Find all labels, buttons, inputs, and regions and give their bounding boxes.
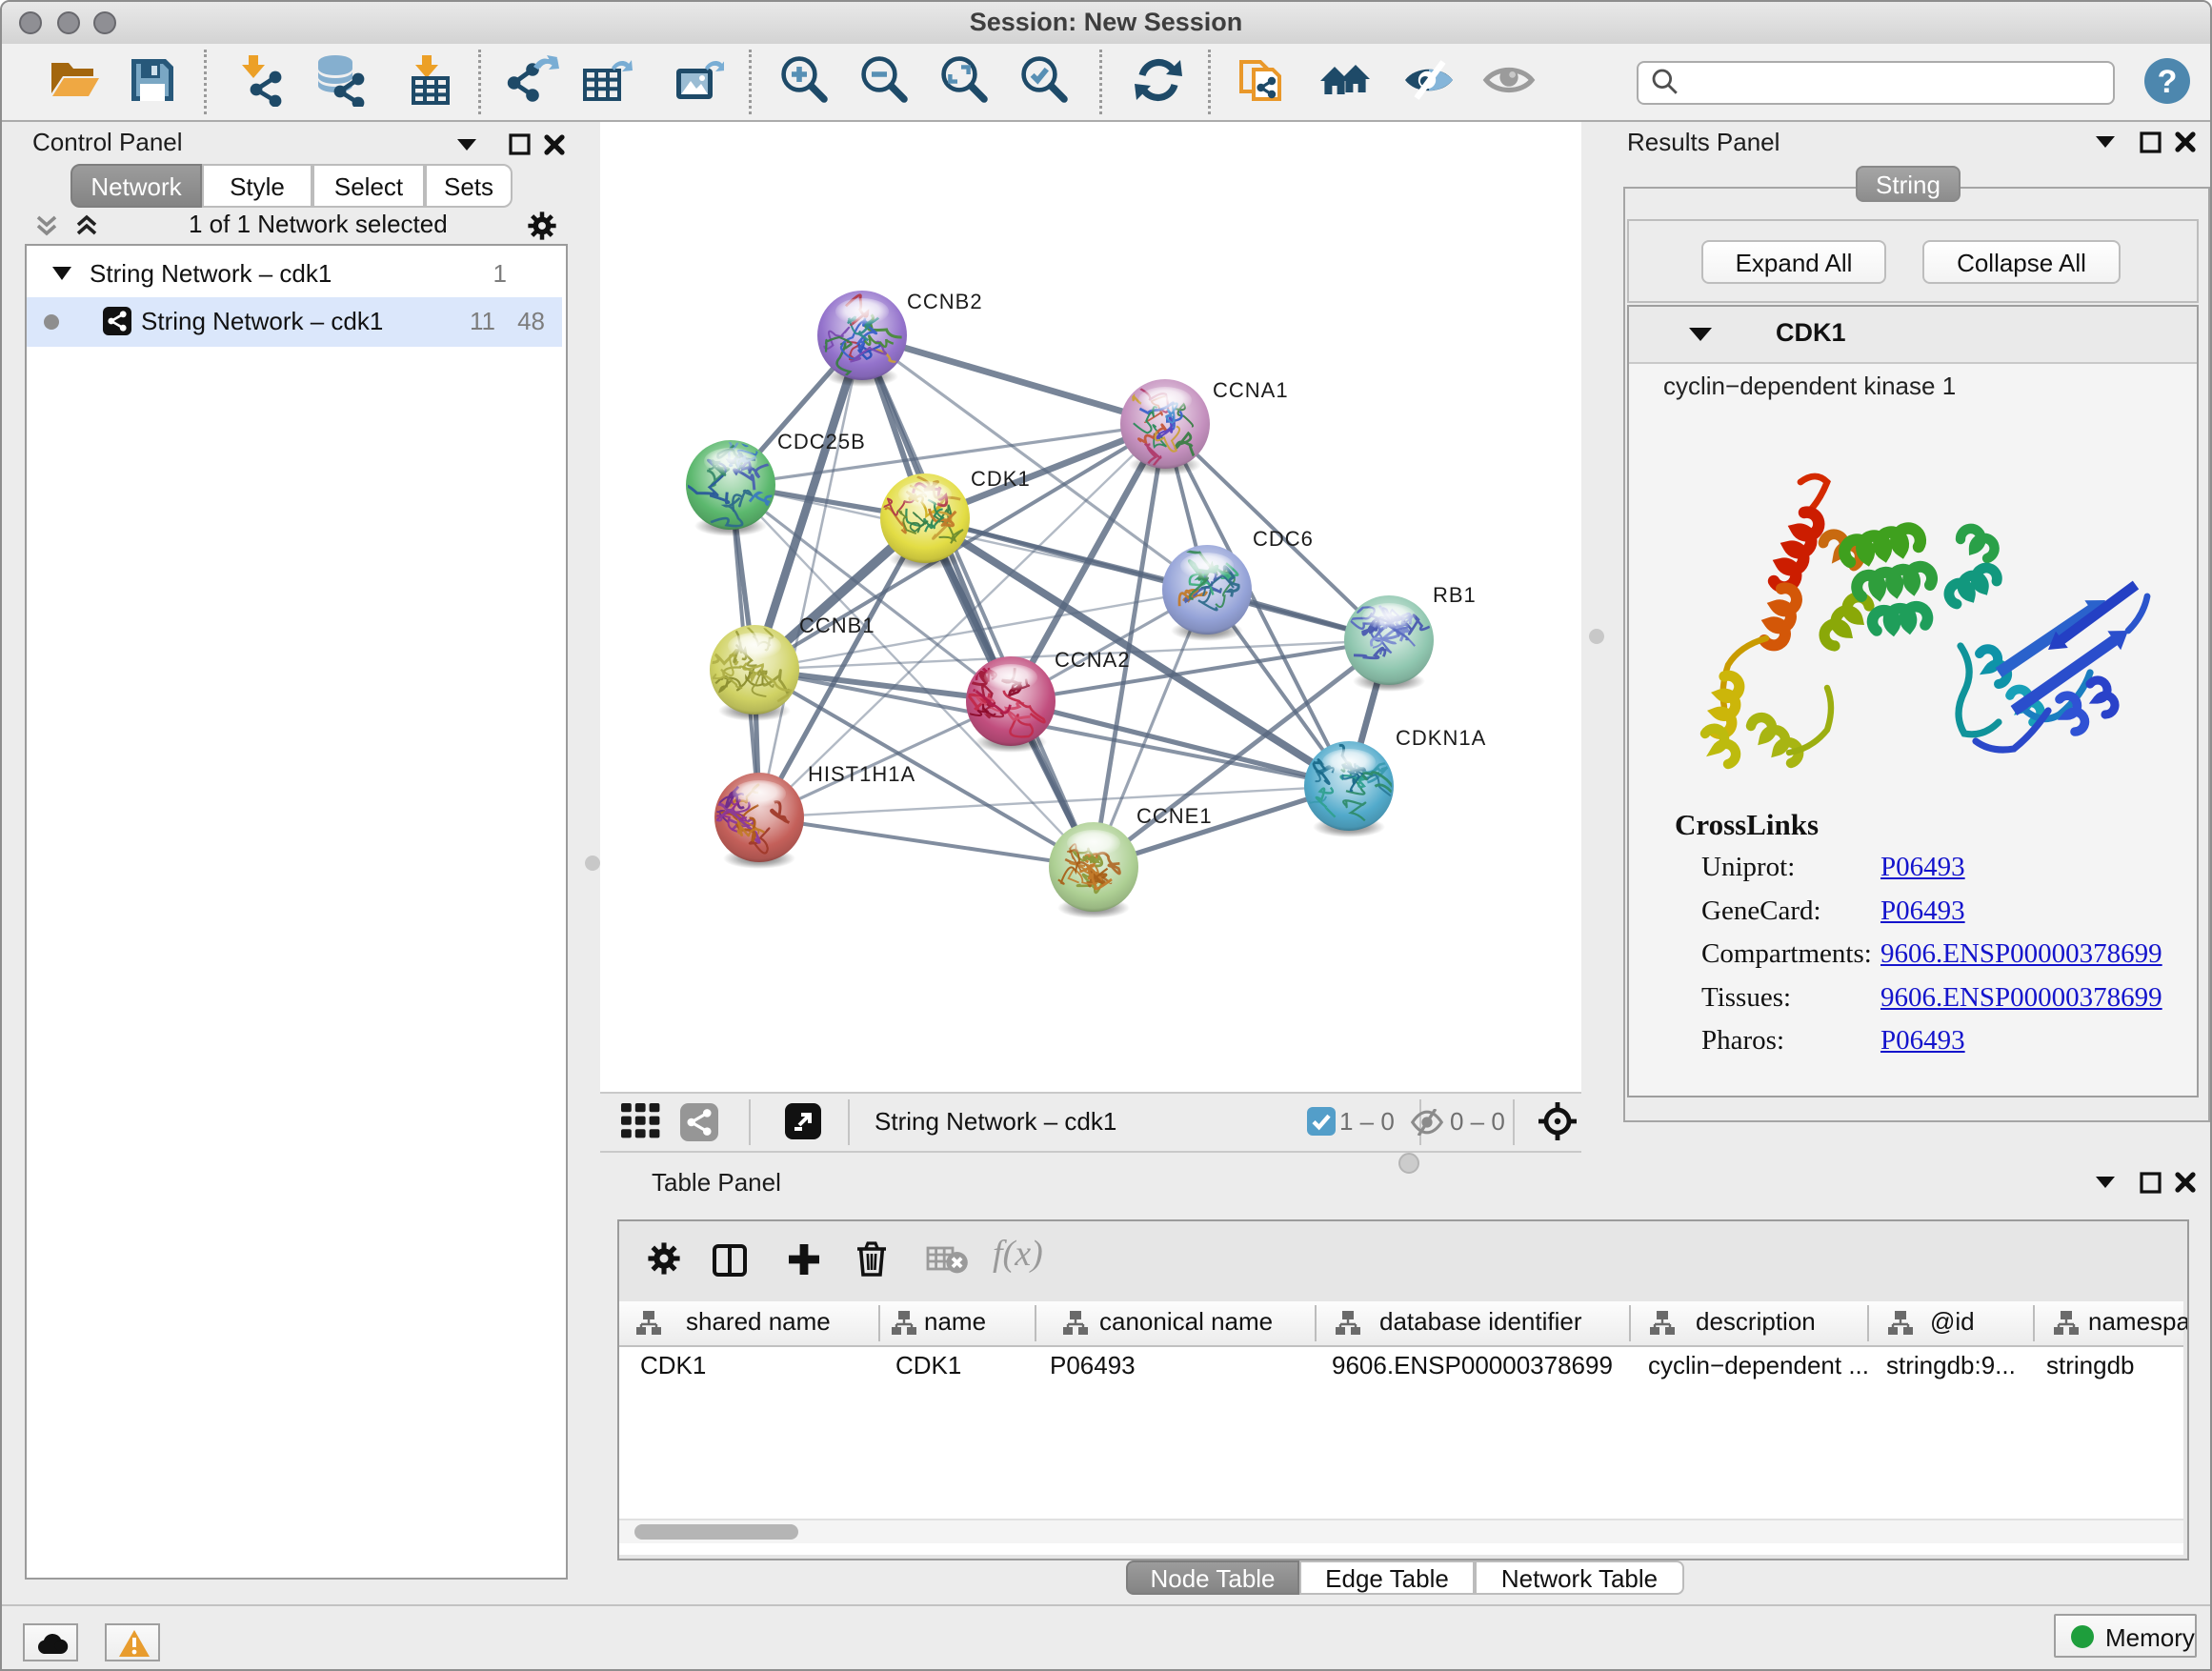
svg-text:CCNA1: CCNA1 bbox=[1213, 378, 1289, 402]
svg-text:CCNB2: CCNB2 bbox=[907, 290, 983, 313]
svg-text:CDC6: CDC6 bbox=[1253, 527, 1314, 551]
svg-text:RB1: RB1 bbox=[1433, 583, 1477, 607]
svg-text:CCNE1: CCNE1 bbox=[1136, 804, 1213, 828]
svg-text:CDC25B: CDC25B bbox=[777, 430, 866, 453]
svg-text:?: ? bbox=[2158, 64, 2178, 100]
svg-text:CCNA2: CCNA2 bbox=[1055, 648, 1131, 672]
svg-text:CDKN1A: CDKN1A bbox=[1396, 726, 1486, 750]
svg-text:HIST1H1A: HIST1H1A bbox=[808, 762, 915, 786]
svg-text:CCNB1: CCNB1 bbox=[799, 614, 875, 637]
svg-text:CDK1: CDK1 bbox=[971, 467, 1031, 491]
